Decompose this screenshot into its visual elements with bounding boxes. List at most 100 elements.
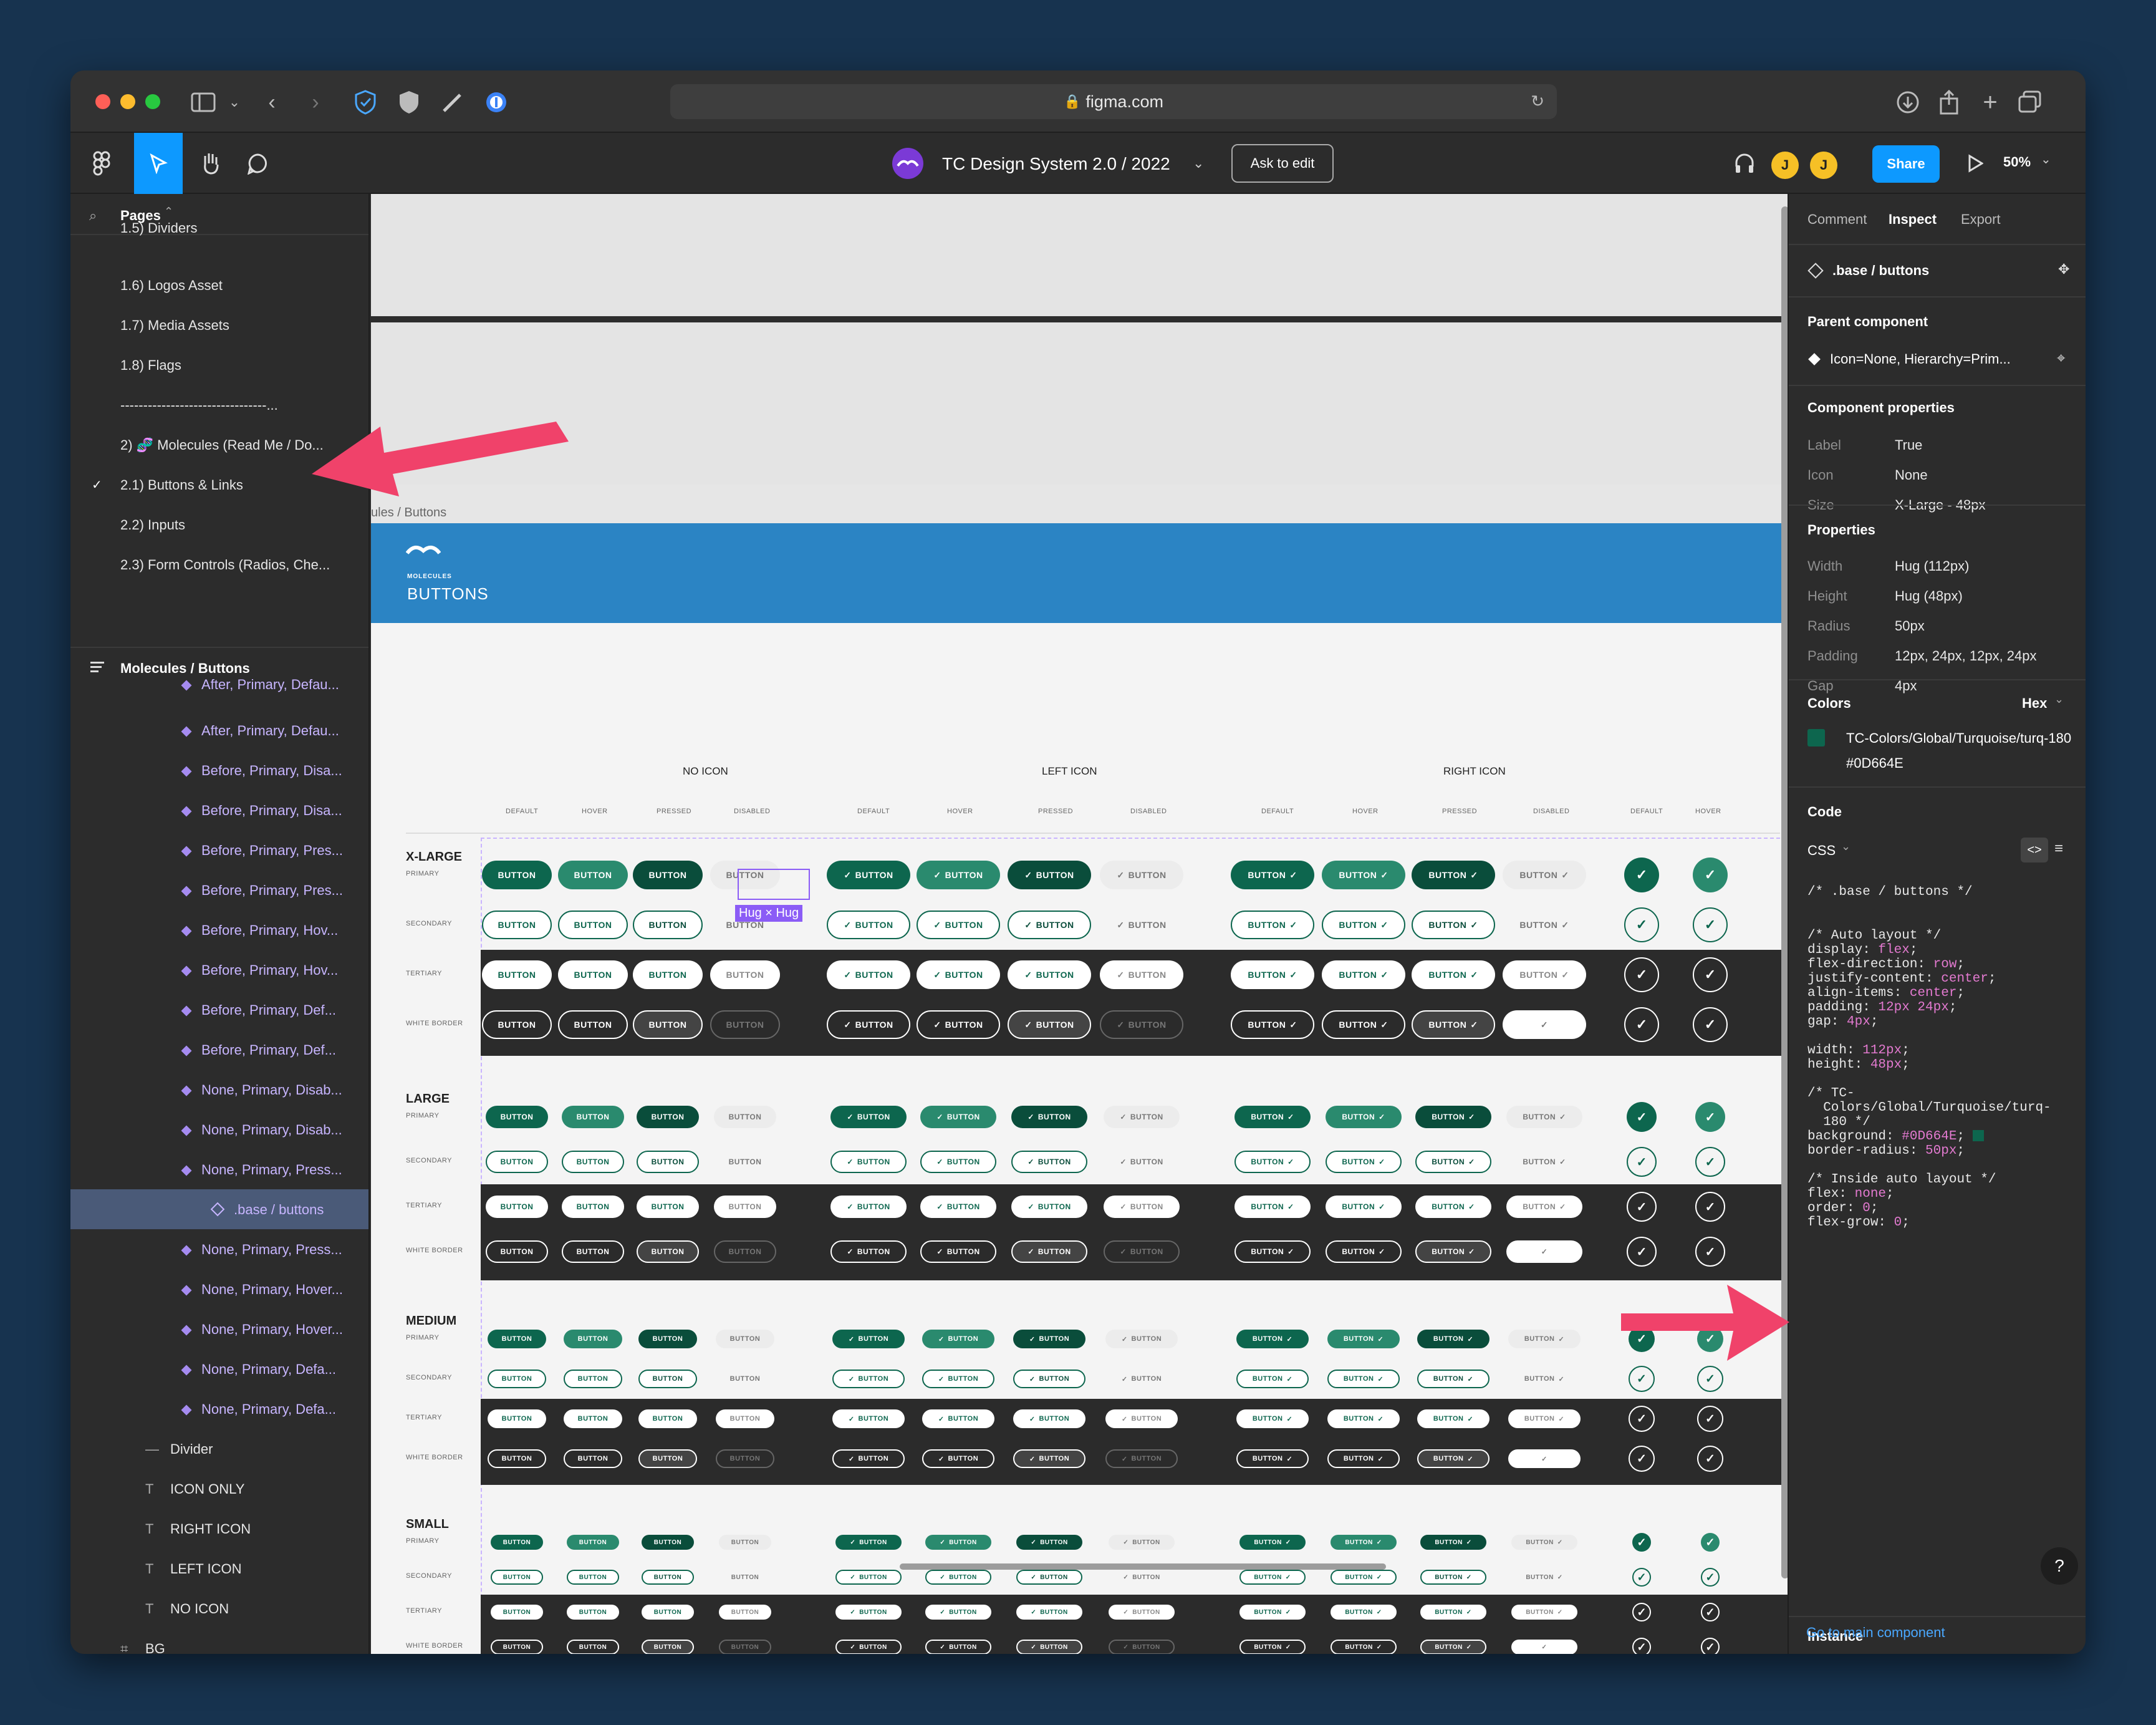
icon-only-button[interactable]: ✓ [1624, 858, 1659, 892]
button-instance[interactable]: BUTTON [486, 1196, 548, 1218]
page-item[interactable]: 1.5) Dividers [120, 220, 197, 236]
button-instance[interactable]: BUTTON [637, 1151, 699, 1173]
button-instance[interactable]: BUTTON ✓ [1331, 1640, 1397, 1654]
button-instance[interactable]: ✓ BUTTON [917, 1010, 1000, 1039]
layer-item[interactable]: RIGHT ICON [170, 1521, 251, 1537]
icon-only-button[interactable]: ✓ [1624, 957, 1659, 992]
button-instance[interactable]: BUTTON [710, 960, 780, 989]
button-instance[interactable]: BUTTON ✓ [1506, 1196, 1582, 1218]
button-instance[interactable]: BUTTON [562, 1151, 624, 1173]
layer-item[interactable]: NO ICON [170, 1601, 229, 1617]
zoom-window-button[interactable] [145, 94, 160, 109]
layer-item[interactable]: None, Primary, Defa... [181, 1401, 336, 1418]
back-icon[interactable]: ‹ [257, 88, 286, 117]
button-instance[interactable]: BUTTON [486, 1151, 548, 1173]
button-instance[interactable]: ✓ BUTTON [1011, 1240, 1087, 1263]
color-hex[interactable]: #0D664E [1846, 755, 1903, 771]
button-instance[interactable]: BUTTON [637, 1196, 699, 1218]
button-instance[interactable]: BUTTON [558, 960, 628, 989]
property-value[interactable]: 12px, 24px, 12px, 24px [1895, 648, 2037, 664]
button-instance[interactable]: BUTTON ✓ [1322, 1010, 1405, 1039]
icon-only-button[interactable]: ✓ [1627, 1147, 1657, 1177]
button-instance[interactable]: BUTTON [633, 861, 703, 889]
button-instance[interactable]: BUTTON ✓ [1417, 1330, 1489, 1348]
share-button[interactable]: Share [1872, 145, 1940, 183]
icon-only-button[interactable]: ✓ [1697, 1406, 1723, 1432]
present-play-icon[interactable] [1960, 145, 1991, 181]
button-instance[interactable]: BUTTON ✓ [1508, 1370, 1581, 1388]
layer-item[interactable]: Before, Primary, Pres... [181, 843, 343, 859]
property-value[interactable]: Hug (48px) [1895, 588, 1963, 604]
button-instance[interactable]: BUTTON [716, 1370, 774, 1388]
forward-icon[interactable]: › [301, 88, 330, 117]
button-instance[interactable]: BUTTON [642, 1535, 694, 1550]
button-instance[interactable]: BUTTON [488, 1409, 546, 1428]
button-instance[interactable]: BUTTON [710, 1010, 780, 1039]
button-instance[interactable]: BUTTON [637, 1106, 699, 1128]
button-instance[interactable]: BUTTON ✓ [1420, 1535, 1486, 1550]
button-instance[interactable]: ✓ BUTTON [1016, 1640, 1082, 1654]
button-instance[interactable]: ✓ BUTTON [925, 1535, 991, 1550]
icon-only-button[interactable]: ✓ [1632, 1533, 1651, 1552]
layer-item[interactable]: Before, Primary, Hov... [181, 922, 338, 939]
button-instance[interactable]: ✓ BUTTON [920, 1240, 996, 1263]
button-instance[interactable]: BUTTON ✓ [1420, 1605, 1486, 1620]
layer-item[interactable]: None, Primary, Disab... [181, 1082, 342, 1098]
button-instance[interactable]: BUTTON ✓ [1327, 1370, 1400, 1388]
button-instance[interactable]: BUTTON [719, 1535, 771, 1550]
button-instance[interactable]: BUTTON ✓ [1415, 1151, 1491, 1173]
tab-inspect[interactable]: Inspect [1889, 211, 1937, 228]
button-instance[interactable]: ✓ [1506, 1240, 1582, 1263]
button-instance[interactable]: ✓ BUTTON [1013, 1449, 1085, 1468]
comment-tool-icon[interactable] [239, 145, 276, 181]
ask-to-edit-button[interactable]: Ask to edit [1231, 144, 1334, 183]
button-instance[interactable]: BUTTON ✓ [1231, 1010, 1314, 1039]
button-instance[interactable]: BUTTON [719, 1640, 771, 1654]
button-instance[interactable]: ✓ [1508, 1449, 1581, 1468]
button-instance[interactable]: BUTTON [562, 1196, 624, 1218]
layer-item[interactable]: .base / buttons [210, 1202, 324, 1218]
layer-item[interactable]: Before, Primary, Def... [181, 1002, 336, 1018]
button-instance[interactable]: BUTTON ✓ [1239, 1640, 1306, 1654]
button-instance[interactable]: ✓ BUTTON [835, 1605, 902, 1620]
page-item[interactable]: 2.1) Buttons & Links [120, 477, 243, 493]
button-instance[interactable]: BUTTON [716, 1409, 774, 1428]
eyedropper-extension-icon[interactable] [438, 88, 467, 117]
button-instance[interactable]: ✓ BUTTON [922, 1409, 994, 1428]
shield-extension-icon[interactable] [351, 88, 380, 117]
icon-only-button[interactable]: ✓ [1627, 1192, 1657, 1222]
component-move-icon[interactable]: ✥ [2058, 261, 2069, 278]
layer-frame-header[interactable]: Molecules / Buttons [120, 660, 250, 677]
button-instance[interactable]: BUTTON ✓ [1326, 1106, 1402, 1128]
button-instance[interactable]: BUTTON [486, 1240, 548, 1263]
layer-item[interactable]: None, Primary, Disab... [181, 1122, 342, 1138]
button-instance[interactable]: BUTTON ✓ [1503, 960, 1586, 989]
button-instance[interactable]: BUTTON ✓ [1322, 861, 1405, 889]
button-instance[interactable]: BUTTON [633, 1010, 703, 1039]
button-instance[interactable]: BUTTON ✓ [1412, 960, 1495, 989]
button-instance[interactable]: BUTTON [488, 1370, 546, 1388]
icon-only-button[interactable]: ✓ [1701, 1568, 1720, 1587]
button-instance[interactable]: BUTTON [558, 1010, 628, 1039]
page-item[interactable]: 2.2) Inputs [120, 517, 185, 533]
layer-item[interactable]: Before, Primary, Disa... [181, 803, 342, 819]
layer-item[interactable]: After, Primary, Defau... [181, 723, 339, 739]
icon-only-button[interactable]: ✓ [1693, 858, 1728, 892]
button-instance[interactable]: BUTTON ✓ [1511, 1605, 1577, 1620]
button-instance[interactable]: ✓ BUTTON [1013, 1370, 1085, 1388]
button-instance[interactable]: BUTTON [567, 1570, 619, 1585]
minimize-window-button[interactable] [120, 94, 135, 109]
icon-only-button[interactable]: ✓ [1695, 1192, 1725, 1222]
button-instance[interactable]: ✓ BUTTON [1013, 1409, 1085, 1428]
button-instance[interactable]: BUTTON [642, 1640, 694, 1654]
button-instance[interactable]: BUTTON [558, 911, 628, 939]
button-instance[interactable]: BUTTON ✓ [1508, 1409, 1581, 1428]
button-instance[interactable]: BUTTON ✓ [1511, 1570, 1577, 1585]
button-instance[interactable]: BUTTON ✓ [1415, 1196, 1491, 1218]
button-instance[interactable]: BUTTON ✓ [1231, 861, 1314, 889]
button-instance[interactable]: BUTTON ✓ [1234, 1151, 1311, 1173]
icon-only-button[interactable]: ✓ [1693, 957, 1728, 992]
page-item[interactable]: 1.6) Logos Asset [120, 278, 223, 294]
button-instance[interactable]: BUTTON [633, 911, 703, 939]
help-button[interactable]: ? [2041, 1547, 2078, 1585]
